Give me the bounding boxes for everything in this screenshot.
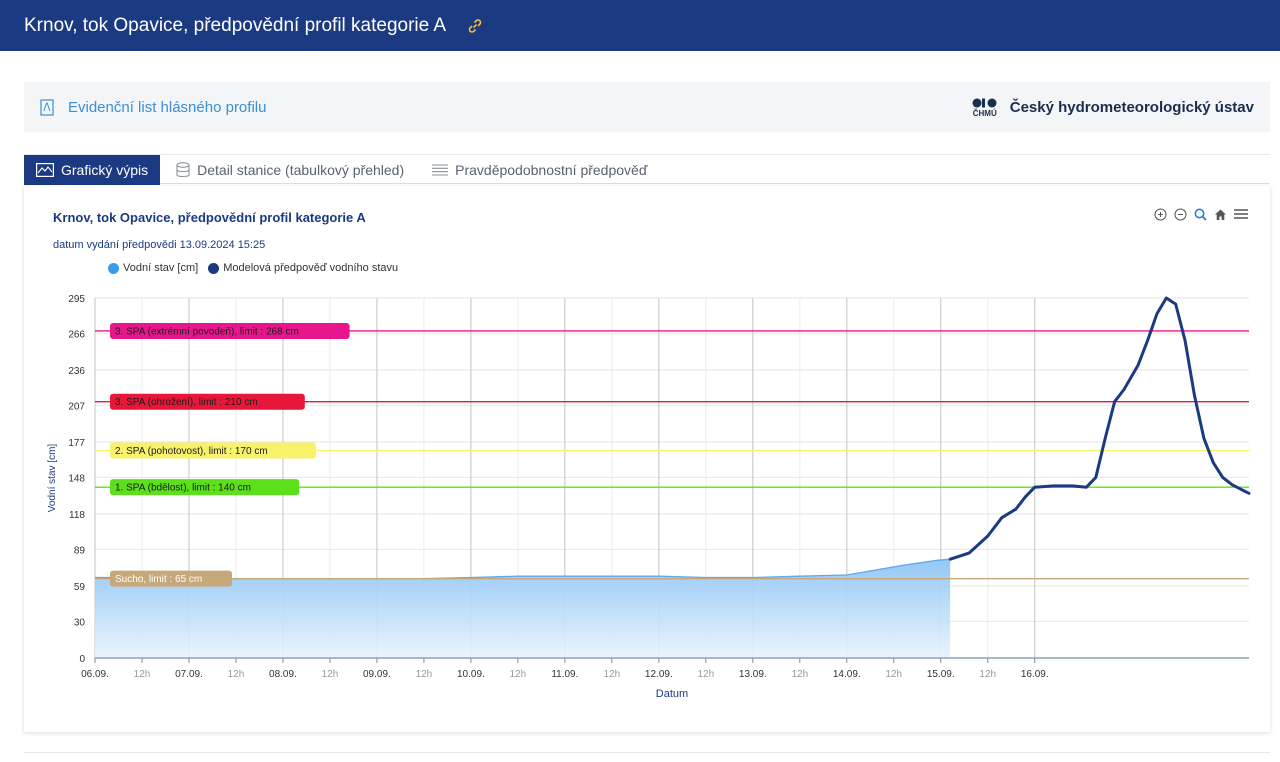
threshold-label: 3. SPA (ohrožení), limit : 210 cm [115,397,258,408]
y-tick-label: 89 [74,545,86,556]
x-tick-label: 09.09. [363,669,391,680]
x-tick-label: 12.09. [645,669,673,680]
x-tick-label: 12h [510,669,527,680]
chmu-brand: ČHMÚ Český hydrometeorologický ústav [970,82,1254,132]
threshold-label: 1. SPA (bdělost), limit : 140 cm [115,483,251,494]
x-tick-label: 12h [416,669,433,680]
threshold-label: Sucho, limit : 65 cm [115,574,202,585]
y-tick-label: 148 [68,473,85,484]
x-tick-label: 14.09. [833,669,861,680]
x-tick-label: 15.09. [927,669,955,680]
y-tick-label: 266 [68,329,85,340]
chart-plot[interactable]: 295 266 236 207 177 148 118 89 59 30 0 06.09. 12h 07.… [24,186,1270,732]
tab-probabilistic-label: Pravděpodobnostní předpověď [455,162,648,178]
y-tick-label: 59 [74,582,86,593]
x-tick-label: 12h [228,669,245,680]
x-tick-label: 12h [604,669,621,680]
x-tick-label: 12h [697,669,714,680]
threshold-label: 3. SPA (extrémní povodeň), limit : 268 c… [115,326,299,337]
evidence-list-link[interactable]: Evidenční list hlásného profilu [68,99,266,116]
chart-icon [36,163,54,177]
tab-station-detail-label: Detail stanice (tabulkový přehled) [197,162,405,178]
y-tick-label: 0 [79,654,85,665]
tab-station-detail[interactable]: Detail stanice (tabulkový přehled) [164,155,416,185]
tab-bar: Grafický výpis Detail stanice (tabulkový… [24,154,1270,185]
tab-graphic[interactable]: Grafický výpis [24,155,161,185]
x-tick-label: 12h [885,669,902,680]
x-tick-label: 12h [791,669,808,680]
y-tick-label: 236 [68,366,85,377]
chmu-logo: ČHMÚ [970,97,1000,118]
x-tick-label: 11.09. [551,669,578,680]
bottom-divider [24,752,1270,762]
chart-card: Krnov, tok Opavice, předpovědní profil k… [24,186,1270,732]
y-tick-label: 118 [69,510,85,521]
link-icon[interactable] [466,17,484,35]
y-tick-label: 177 [68,438,85,449]
chmu-logo-text: ČHMÚ [972,108,997,118]
x-tick-label: 08.09. [269,669,297,680]
brand-name: Český hydrometeorologický ústav [1009,98,1254,116]
x-tick-label: 06.09. [81,669,109,680]
x-tick-label: 12h [322,669,339,680]
x-tick-label: 10.09. [457,669,485,680]
x-tick-label: 12h [134,669,151,680]
x-tick-label: 13.09. [739,669,767,680]
page-header: Krnov, tok Opavice, předpovědní profil k… [0,0,1280,51]
pdf-icon [40,98,54,116]
threshold-label: 2. SPA (pohotovost), limit : 170 cm [115,446,268,457]
document-bar: Evidenční list hlásného profilu ČHMÚ Čes… [24,82,1270,132]
y-tick-label: 207 [68,401,85,412]
x-tick-label: 07.09. [175,669,203,680]
y-axis-title: Vodní stav [cm] [47,444,58,513]
x-axis-title: Datum [656,688,688,700]
tab-probabilistic[interactable]: Pravděpodobnostní předpověď [420,155,659,185]
list-icon [432,164,449,176]
page-title: Krnov, tok Opavice, předpovědní profil k… [24,14,447,36]
tab-graphic-label: Grafický výpis [61,162,149,178]
y-tick-label: 295 [68,294,85,305]
forecast-series-line [948,296,1251,561]
y-tick-label: 30 [74,617,86,628]
x-tick-label: 16.09. [1021,669,1049,680]
database-icon [176,162,190,178]
x-tick-label: 12h [979,669,996,680]
